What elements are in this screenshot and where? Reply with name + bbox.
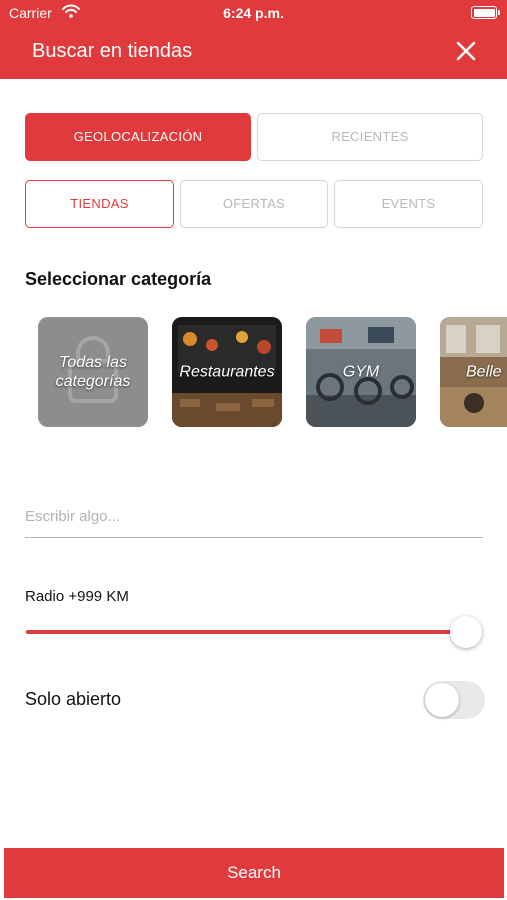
category-label: Belle <box>466 363 502 381</box>
tab-offers[interactable]: OFERTAS <box>180 180 328 228</box>
app-header: Buscar en tiendas <box>0 26 507 79</box>
category-tile-restaurants[interactable]: Restaurantes <box>172 317 282 427</box>
close-icon[interactable] <box>453 38 479 64</box>
search-button[interactable]: Search <box>4 848 504 898</box>
page-title: Buscar en tiendas <box>32 40 193 62</box>
status-time: 6:24 p.m. <box>223 5 284 21</box>
category-label: Restaurantes <box>179 363 275 381</box>
category-label: GYM <box>342 363 380 381</box>
battery-icon <box>471 6 500 19</box>
tab-events[interactable]: EVENTS <box>334 180 483 228</box>
search-input[interactable] <box>25 500 483 532</box>
category-tile-all[interactable]: Todas las categorías <box>38 317 148 427</box>
status-bar: Carrier 6:24 p.m. <box>0 0 507 26</box>
tab-stores[interactable]: TIENDAS <box>25 180 174 228</box>
radius-slider-thumb[interactable] <box>450 616 482 648</box>
search-field <box>25 500 483 538</box>
radius-slider-track[interactable] <box>26 630 466 634</box>
open-only-toggle[interactable] <box>423 681 485 719</box>
radius-label: Radio +999 KM <box>25 588 129 605</box>
tab-geolocation[interactable]: GEOLOCALIZACIÓN <box>25 113 251 161</box>
open-only-label: Solo abierto <box>25 689 122 709</box>
tab-recent[interactable]: RECIENTES <box>257 113 483 161</box>
category-section-title: Seleccionar categoría <box>25 269 212 289</box>
category-tile-beauty[interactable]: Belle <box>440 317 507 427</box>
category-tile-gym[interactable]: GYM <box>306 317 416 427</box>
toggle-knob <box>425 683 459 717</box>
category-label: Todas las categorías <box>55 354 131 390</box>
